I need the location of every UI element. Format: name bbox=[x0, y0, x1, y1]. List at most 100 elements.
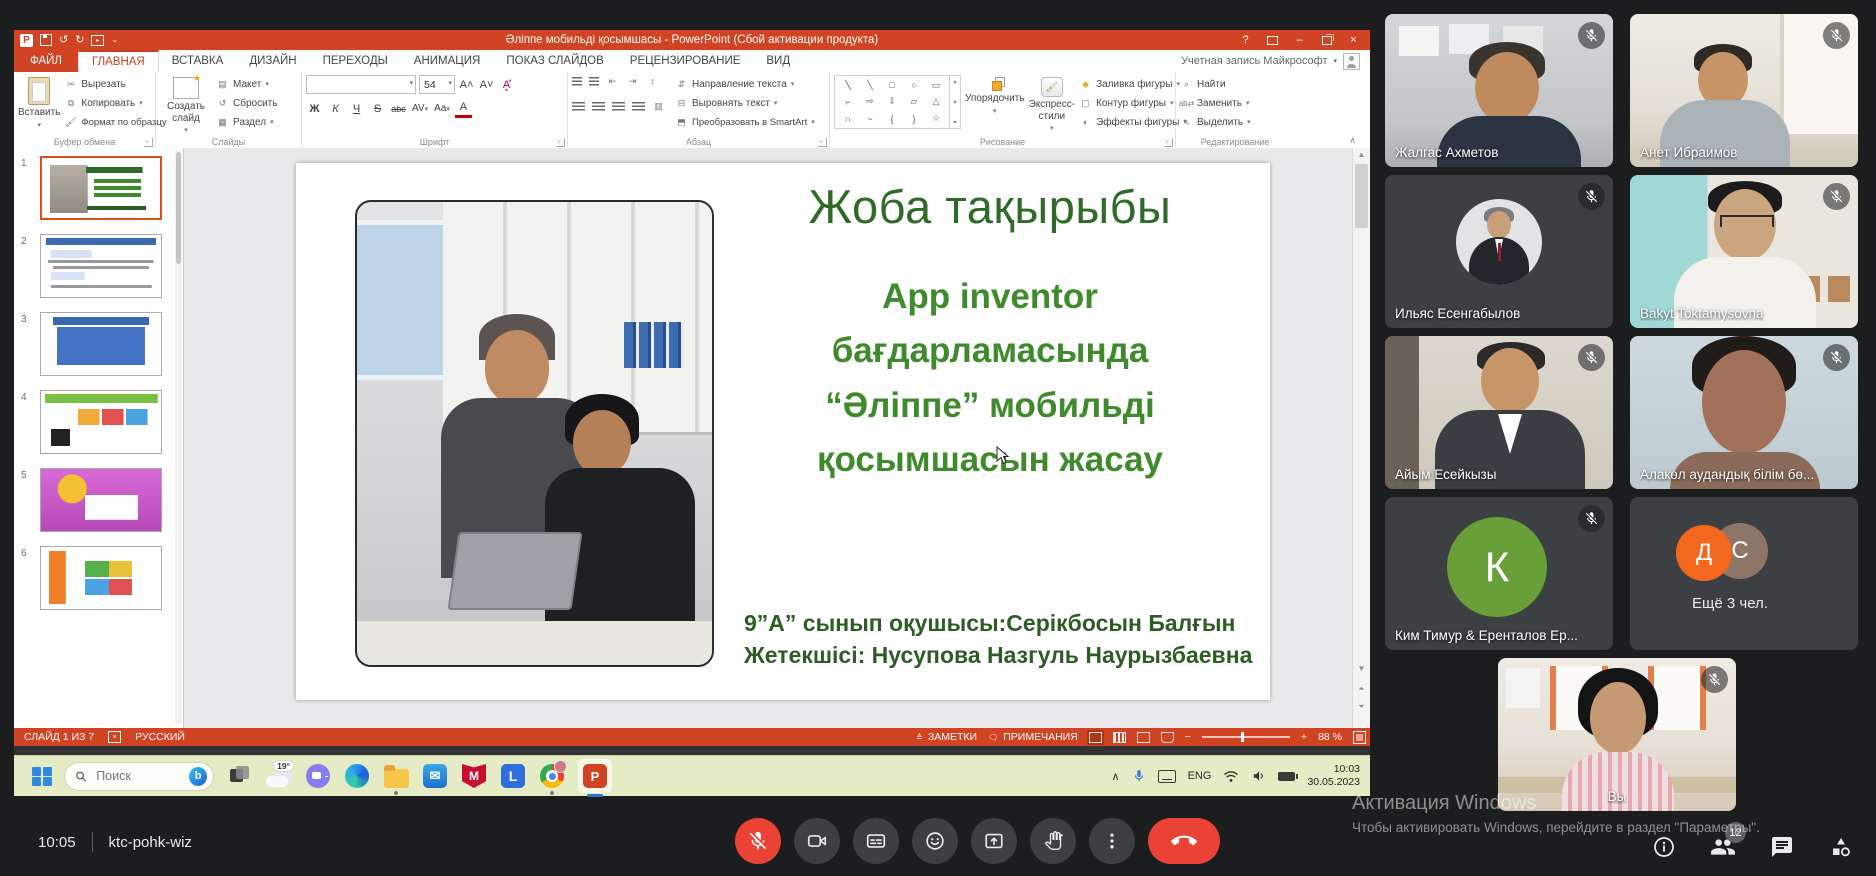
thumbnail-scrollbar[interactable] bbox=[175, 150, 182, 724]
text-direction-button[interactable]: ⇵Направление текста▾ bbox=[675, 75, 815, 93]
mic-toggle-button[interactable] bbox=[735, 818, 781, 864]
raise-hand-button[interactable] bbox=[1030, 818, 1076, 864]
participant-tile[interactable]: Анет Ибраимов bbox=[1630, 14, 1858, 167]
self-view-tile[interactable]: Вы bbox=[1498, 658, 1736, 811]
grow-font-button[interactable]: A˄ bbox=[458, 77, 475, 93]
language-indicator[interactable]: ENG bbox=[1188, 770, 1212, 782]
tab-home[interactable]: ГЛАВНАЯ bbox=[78, 50, 159, 72]
restore-button[interactable] bbox=[1314, 31, 1339, 49]
captions-button[interactable] bbox=[853, 818, 899, 864]
activities-button[interactable] bbox=[1828, 834, 1854, 860]
new-slide-button[interactable]: Создать слайд▾ bbox=[160, 75, 212, 136]
comments-toggle[interactable]: 🗨ПРИМЕЧАНИЯ bbox=[988, 731, 1078, 743]
paste-button[interactable]: Вставить▾ bbox=[18, 75, 60, 136]
shape-fill-button[interactable]: ◆Заливка фигуры▾ bbox=[1079, 75, 1187, 93]
participant-tile[interactable]: Ильяс Есенгабылов bbox=[1385, 175, 1613, 328]
italic-button[interactable]: К bbox=[327, 101, 344, 117]
tab-slideshow[interactable]: ПОКАЗ СЛАЙДОВ bbox=[493, 50, 616, 72]
strikethrough-button[interactable]: S bbox=[369, 101, 386, 117]
underline-button[interactable]: Ч bbox=[348, 101, 365, 117]
zoom-level[interactable]: 88 % bbox=[1318, 731, 1342, 743]
cut-button[interactable]: ✂Вырезать bbox=[64, 75, 166, 93]
tab-insert[interactable]: ВСТАВКА bbox=[159, 50, 237, 72]
start-slideshow-icon[interactable]: ▸ bbox=[91, 35, 104, 46]
dialog-launcher-icon[interactable]: ↘ bbox=[144, 138, 153, 147]
spellcheck-icon[interactable]: × bbox=[108, 731, 121, 743]
section-button[interactable]: ▦Раздел▾ bbox=[216, 113, 277, 131]
arrange-button[interactable]: Упорядочить▾ bbox=[965, 75, 1025, 136]
increase-indent-button[interactable]: ⇥ bbox=[626, 75, 639, 87]
shape-effects-button[interactable]: ◐Эффекты фигуры▾ bbox=[1079, 113, 1187, 131]
slide-thumbnail-5[interactable] bbox=[40, 468, 162, 532]
ribbon-options-button[interactable] bbox=[1260, 31, 1285, 49]
mcafee-app-icon[interactable]: M bbox=[461, 763, 487, 789]
overflow-tile[interactable]: С Д Ещё 3 чел. bbox=[1630, 497, 1858, 650]
undo-icon[interactable]: ↺ bbox=[59, 35, 68, 46]
dialog-launcher-icon[interactable]: ↘ bbox=[556, 138, 565, 147]
reading-view-button[interactable] bbox=[1137, 732, 1150, 743]
copy-button[interactable]: ⧉Копировать▾ bbox=[64, 94, 166, 112]
clear-formatting-button[interactable]: A͓̽ bbox=[498, 77, 515, 93]
chat-app-icon[interactable] bbox=[305, 763, 331, 789]
slide-thumbnail-6[interactable] bbox=[40, 546, 162, 610]
slideshow-view-button[interactable] bbox=[1161, 732, 1174, 743]
microphone-tray-icon[interactable] bbox=[1132, 768, 1146, 784]
align-left-button[interactable] bbox=[572, 102, 585, 111]
shadow-button[interactable]: abc bbox=[390, 101, 407, 117]
bullets-button[interactable] bbox=[572, 77, 582, 86]
save-icon[interactable] bbox=[40, 34, 52, 46]
slide-thumbnail-2[interactable] bbox=[40, 234, 162, 298]
volume-icon[interactable] bbox=[1251, 769, 1266, 783]
slide-thumbnail-1[interactable] bbox=[40, 156, 162, 220]
shapes-gallery-scroll[interactable]: ▴▾▾ bbox=[950, 75, 961, 129]
align-right-button[interactable] bbox=[612, 102, 625, 111]
decrease-indent-button[interactable]: ⇤ bbox=[606, 75, 619, 87]
participants-button[interactable]: 12 bbox=[1710, 834, 1736, 860]
search-input[interactable] bbox=[94, 768, 182, 784]
font-name-combo[interactable] bbox=[306, 75, 416, 94]
align-text-button[interactable]: ⊟Выровнять текст▾ bbox=[675, 94, 815, 112]
close-button[interactable]: × bbox=[1341, 31, 1366, 49]
quick-styles-button[interactable]: 🖌 Экспресс-стили▾ bbox=[1029, 75, 1076, 136]
tab-file[interactable]: ФАЙЛ bbox=[14, 50, 78, 72]
slide-1[interactable]: Жоба тақырыбы App inventor бағдарламасын… bbox=[296, 163, 1270, 700]
align-center-button[interactable] bbox=[592, 102, 605, 111]
zoom-slider[interactable] bbox=[1202, 736, 1290, 738]
slide-sorter-view-button[interactable] bbox=[1113, 732, 1126, 743]
fit-to-window-button[interactable] bbox=[1353, 731, 1366, 744]
smartart-button[interactable]: ⬒Преобразовать в SmartArt▾ bbox=[675, 113, 815, 131]
line-spacing-button[interactable]: ↕ bbox=[646, 75, 659, 87]
participant-tile[interactable]: Жалгас Ахметов bbox=[1385, 14, 1613, 167]
chat-button[interactable] bbox=[1769, 834, 1795, 860]
zoom-out-button[interactable]: − bbox=[1185, 731, 1191, 743]
previous-slide-button[interactable]: ⏶ bbox=[1353, 684, 1370, 694]
columns-button[interactable]: ▥ bbox=[652, 100, 665, 112]
leave-call-button[interactable] bbox=[1148, 818, 1220, 864]
language-status[interactable]: РУССКИЙ bbox=[135, 731, 185, 743]
participant-tile[interactable]: Bakyt Toktamysovna bbox=[1630, 175, 1858, 328]
weather-widget[interactable]: 19° bbox=[266, 763, 292, 789]
tab-animations[interactable]: АНИМАЦИЯ bbox=[401, 50, 494, 72]
chrome-app-icon[interactable] bbox=[539, 763, 565, 789]
redo-icon[interactable]: ↻ bbox=[75, 35, 84, 46]
mail-app-icon[interactable]: ✉ bbox=[422, 763, 448, 789]
l-app-icon[interactable]: L bbox=[500, 763, 526, 789]
shape-outline-button[interactable]: ▢Контур фигуры▾ bbox=[1079, 94, 1187, 112]
account-menu[interactable]: Учетная запись Майкрософт ▾ bbox=[1181, 50, 1360, 72]
select-button[interactable]: ⇖Выделить▾ bbox=[1180, 113, 1251, 131]
character-spacing-button[interactable]: AV▾ bbox=[411, 101, 429, 117]
powerpoint-taskbar-icon[interactable]: P bbox=[578, 759, 612, 793]
canvas-scrollbar[interactable]: ▲ ▼ ⏶ ⏷ bbox=[1352, 148, 1370, 728]
slide-thumbnail-3[interactable] bbox=[40, 312, 162, 376]
tab-review[interactable]: РЕЦЕНЗИРОВАНИЕ bbox=[617, 50, 754, 72]
replace-button[interactable]: ab⇄Заменить▾ bbox=[1180, 94, 1251, 112]
minimize-button[interactable]: – bbox=[1287, 31, 1312, 49]
meeting-details-button[interactable] bbox=[1651, 834, 1677, 860]
next-slide-button[interactable]: ⏷ bbox=[1353, 702, 1370, 712]
task-view-button[interactable] bbox=[227, 763, 253, 789]
notes-toggle[interactable]: ≜ЗАМЕТКИ bbox=[916, 731, 977, 743]
file-explorer-icon[interactable] bbox=[383, 763, 409, 789]
normal-view-button[interactable] bbox=[1089, 732, 1102, 743]
slide-thumbnail-4[interactable] bbox=[40, 390, 162, 454]
wifi-icon[interactable] bbox=[1223, 770, 1239, 783]
